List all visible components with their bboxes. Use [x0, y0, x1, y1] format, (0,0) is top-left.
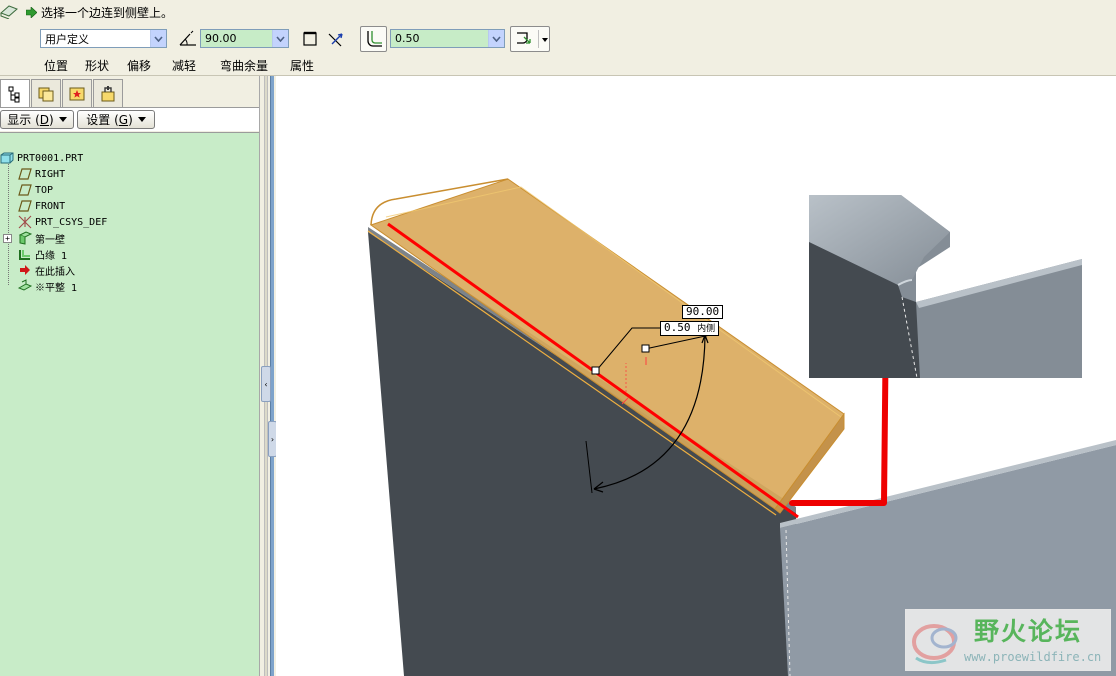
drag-handle[interactable] [641, 344, 650, 353]
chevron-down-icon[interactable] [488, 30, 504, 47]
bend-angle-icon [178, 29, 198, 49]
dropdown-arrow-icon [58, 117, 67, 122]
expand-toggle[interactable]: + [3, 234, 12, 243]
bend-radius-value: 0.50 [395, 32, 420, 45]
forum-watermark: 野火论坛 www.proewildfire.cn [905, 609, 1111, 671]
bend-angle-value: 90.00 [205, 32, 237, 45]
flange-icon [18, 247, 32, 261]
tree-item-csys[interactable]: PRT_CSYS_DEF [18, 214, 107, 230]
flip-side-button[interactable] [300, 29, 320, 49]
display-menu-button[interactable]: 显示 (D) [0, 110, 74, 129]
tree-item-right-plane[interactable]: RIGHT [18, 166, 65, 182]
tree-item-flat-wall[interactable]: ※平整 1 [18, 278, 77, 294]
tab-connections[interactable] [93, 79, 123, 107]
tree-item-label: PRT0001.PRT [17, 152, 84, 164]
tree-item-insert-here[interactable]: 在此插入 [18, 262, 75, 278]
model-tree-icon [8, 86, 20, 103]
chevron-down-icon[interactable] [150, 30, 166, 47]
tree-item-front-plane[interactable]: FRONT [18, 198, 65, 214]
relief-options-button[interactable] [510, 26, 550, 52]
tree-item-flange[interactable]: 凸缘 1 [18, 246, 67, 262]
split-divider [538, 30, 539, 48]
tree-item-label: FRONT [35, 200, 66, 212]
collapse-panel-handle[interactable]: ‹ [261, 366, 271, 402]
folder-browser-icon [38, 87, 54, 101]
tab-model-tree[interactable] [0, 79, 30, 108]
dropdown-arrow-icon[interactable] [542, 38, 548, 42]
tree-item-label: 在此插入 [35, 266, 75, 278]
radius-dimension-value: 0.50 [664, 321, 691, 334]
tab-shape[interactable]: 形状 [85, 57, 109, 74]
tree-item-label: ※平整 1 [35, 282, 78, 294]
prompt-text: 选择一个边连到侧壁上。 [41, 5, 174, 20]
panel-splitter[interactable]: ‹ › [259, 76, 277, 676]
flange-type-select[interactable]: 用户定义 [40, 29, 167, 48]
datum-plane-icon [18, 199, 32, 213]
flip-direction-button[interactable] [326, 29, 346, 49]
datum-plane-icon [18, 183, 32, 197]
navigator-tabs [0, 79, 124, 108]
settings-menu-label: 设置 (G) [86, 113, 133, 127]
display-menu-label: 显示 (D) [7, 113, 54, 127]
square-profile-icon [303, 31, 317, 46]
bend-radius-input[interactable]: 0.50 [390, 29, 505, 48]
chevron-left-icon: ‹ [264, 379, 268, 389]
tab-favorites[interactable] [62, 79, 92, 107]
radius-dimension-label[interactable]: 0.50 内侧 [660, 321, 720, 336]
sheetmetal-app-icon [0, 5, 18, 19]
bend-radius-icon [366, 31, 382, 47]
tree-item-label: 第一壁 [35, 234, 65, 246]
radius-dimension-suffix: 内侧 [697, 324, 716, 334]
datum-plane-icon [18, 167, 32, 181]
model-tree-panel: 显示 (D) 设置 (G) PRT0001.PRT RIGHT TOP FRON… [0, 76, 262, 676]
flange-type-value: 用户定义 [45, 32, 89, 46]
tree-connector-line [8, 155, 9, 285]
flange-dashboard: 选择一个边连到侧壁上。 用户定义 90.00 0.50 位置 形状 偏移 减轻 … [0, 0, 1116, 76]
forum-logo-icon [912, 624, 958, 665]
tree-item-label: TOP [35, 184, 54, 196]
model-tree-list: PRT0001.PRT RIGHT TOP FRONT PRT_CSYS_DEF [0, 132, 259, 676]
settings-menu-button[interactable]: 设置 (G) [77, 110, 155, 129]
watermark-title: 野火论坛 [974, 617, 1083, 646]
message-prompt: 选择一个边连到侧壁上。 [26, 4, 173, 20]
chevron-right-icon: › [270, 434, 275, 444]
model-viewport[interactable] [276, 77, 1116, 676]
tab-placement[interactable]: 位置 [44, 57, 68, 74]
tree-item-part[interactable]: PRT0001.PRT [0, 150, 83, 166]
part-icon [0, 151, 14, 165]
tree-item-label: RIGHT [35, 168, 66, 180]
insert-arrow-icon [18, 263, 32, 277]
connections-icon [101, 85, 115, 101]
favorites-icon [69, 87, 85, 100]
tree-item-top-plane[interactable]: TOP [18, 182, 53, 198]
csys-icon [18, 215, 32, 229]
graphics-window[interactable]: 90.00 0.50 内侧 [276, 77, 1116, 676]
angle-dimension-label[interactable]: 90.00 [682, 305, 724, 319]
drag-handle[interactable] [591, 366, 600, 375]
watermark-url: www.proewildfire.cn [964, 650, 1102, 664]
corner-relief-icon [517, 32, 531, 44]
first-wall-icon [18, 231, 32, 245]
bend-angle-input[interactable]: 90.00 [200, 29, 289, 48]
tree-item-label: PRT_CSYS_DEF [35, 216, 108, 228]
tab-bend-allowance[interactable]: 弯曲余量 [220, 57, 268, 74]
tab-properties[interactable]: 属性 [290, 57, 314, 74]
tree-item-first-wall[interactable]: 第一壁 [18, 230, 65, 246]
tab-relief[interactable]: 减轻 [172, 57, 196, 74]
inside-radius-button[interactable] [360, 26, 387, 52]
detail-inset [809, 195, 1082, 379]
flip-direction-icon [328, 33, 343, 47]
tree-menu-bar: 显示 (D) 设置 (G) [0, 107, 262, 131]
tab-folder-browser[interactable] [31, 79, 61, 107]
tab-offset[interactable]: 偏移 [127, 57, 151, 74]
prompt-arrow-icon [26, 6, 37, 18]
chevron-down-icon[interactable] [272, 30, 288, 47]
flat-wall-icon [18, 279, 32, 293]
tree-item-label: 凸缘 1 [35, 250, 68, 262]
dropdown-arrow-icon [137, 117, 146, 122]
